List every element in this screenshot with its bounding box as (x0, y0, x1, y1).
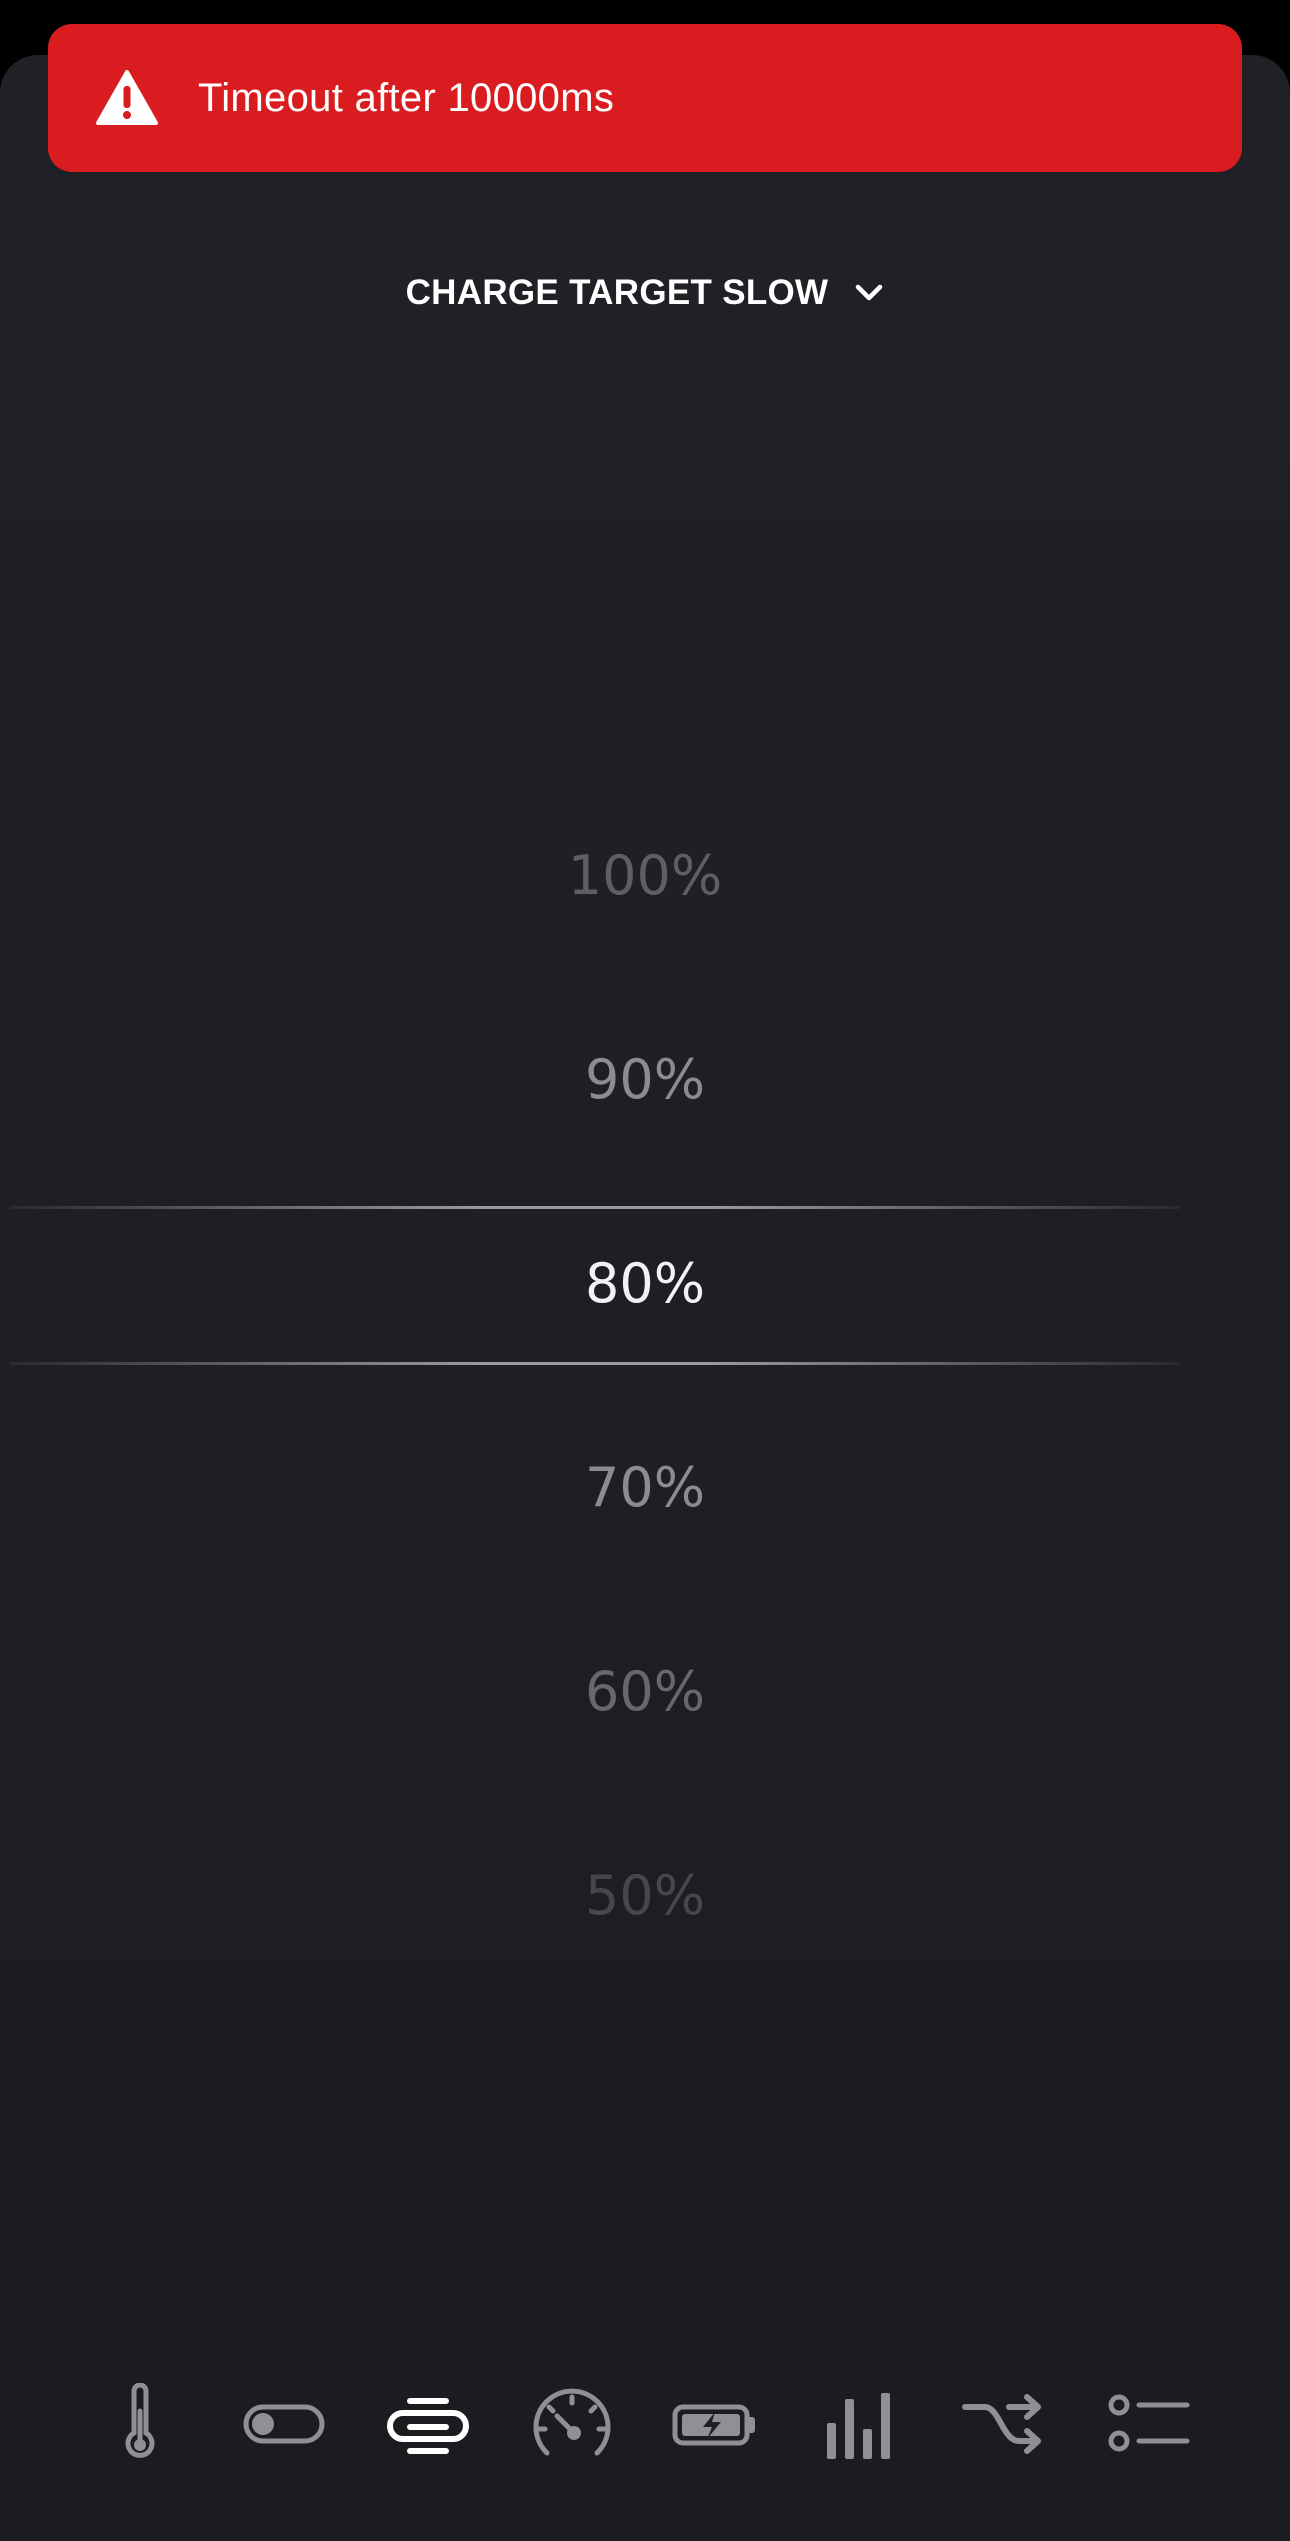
charge-target-icon (387, 2398, 469, 2454)
picker-option[interactable]: 100% (0, 846, 1290, 906)
error-toast[interactable]: Timeout after 10000ms (48, 24, 1242, 172)
selection-line-bottom (10, 1362, 1180, 1365)
thermometer-icon (125, 2383, 155, 2458)
tab-statistics[interactable] (810, 2378, 910, 2468)
tab-temperature[interactable] (90, 2378, 190, 2468)
tab-charge-target[interactable] (378, 2378, 478, 2468)
bar-chart-icon (827, 2393, 890, 2459)
bottom-tab-bar (0, 2378, 1290, 2468)
tab-shuffle[interactable] (954, 2378, 1054, 2468)
shuffle-icon (962, 2394, 1041, 2454)
battery-charging-icon (672, 2404, 755, 2446)
tab-speedometer[interactable] (522, 2378, 622, 2468)
warning-icon (96, 70, 158, 125)
picker-option[interactable]: 60% (0, 1662, 1290, 1722)
chevron-down-icon (856, 284, 883, 301)
picker-option[interactable]: 90% (0, 1050, 1290, 1110)
charge-target-dropdown[interactable]: CHARGE TARGET SLOW (0, 268, 1290, 318)
dropdown-label: CHARGE TARGET SLOW (405, 273, 829, 312)
picker-option[interactable]: 70% (0, 1458, 1290, 1518)
toast-message: Timeout after 10000ms (198, 75, 615, 120)
tab-toggles[interactable] (234, 2378, 334, 2468)
toggle-icon (243, 2404, 325, 2444)
speedometer-icon (533, 2388, 611, 2456)
tab-battery[interactable] (666, 2378, 766, 2468)
selection-line-top (10, 1206, 1180, 1209)
tab-list[interactable] (1098, 2378, 1198, 2468)
picker-option[interactable]: 50% (0, 1866, 1290, 1926)
picker-option-selected[interactable]: 80% (0, 1254, 1290, 1314)
list-icon (1108, 2394, 1190, 2452)
